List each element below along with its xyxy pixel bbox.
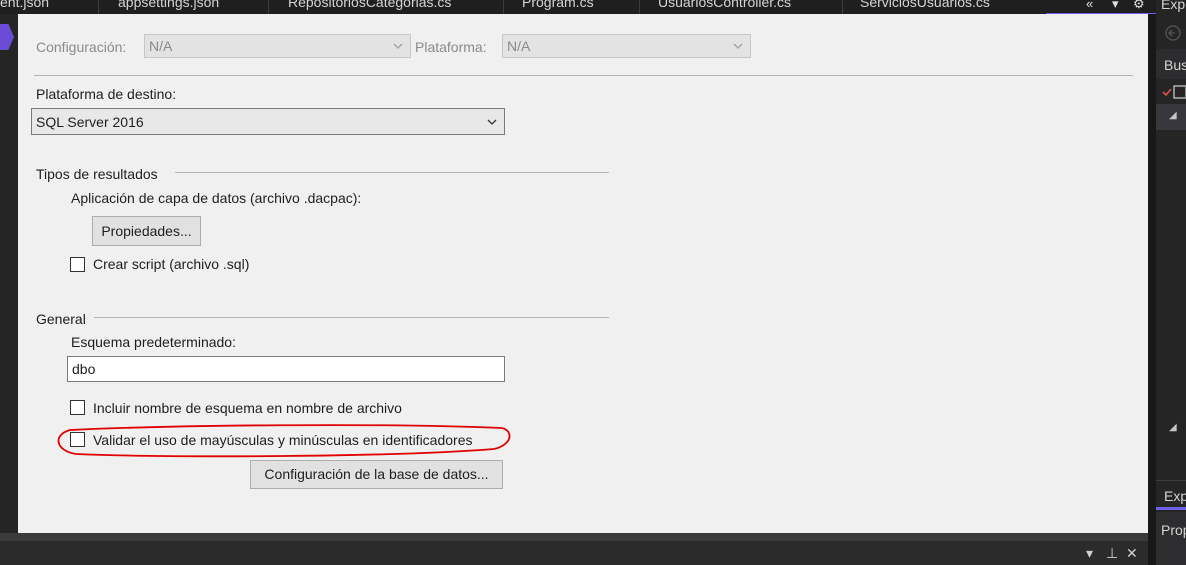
esquema-label: Esquema predeterminado: xyxy=(71,334,236,350)
general-heading: General xyxy=(36,311,86,327)
explorer-bottom-tab[interactable]: Exp xyxy=(1164,488,1186,504)
tab-usuarios-controller[interactable]: UsuariosController.cs xyxy=(658,0,791,14)
pin-icon[interactable]: ⊥ xyxy=(1106,545,1118,562)
chevron-down-icon xyxy=(393,43,403,49)
tab-repositorios-categorias[interactable]: RepositoriosCategorias.cs xyxy=(288,0,451,14)
tab-appsettings-json[interactable]: appsettings.json xyxy=(118,0,219,14)
expand-triangle-icon[interactable]: ◢ xyxy=(1169,110,1177,121)
header-divider xyxy=(34,75,1133,76)
incluir-esquema-label: Incluir nombre de esquema en nombre de a… xyxy=(93,400,402,416)
validar-mayusculas-checkbox[interactable] xyxy=(70,432,85,447)
solution-explorer-panel: Exp Bus ◢ ◢ Exp Prop xyxy=(1156,0,1186,565)
propiedades-button[interactable]: Propiedades... xyxy=(92,216,201,246)
tab-servicios-usuarios[interactable]: ServiciosUsuarios.cs xyxy=(860,0,990,14)
search-label: Bus xyxy=(1164,57,1186,73)
tab-program-cs[interactable]: Program.cs xyxy=(522,0,594,14)
right-splitter[interactable] xyxy=(1148,14,1156,565)
tipos-divider xyxy=(175,172,609,173)
plataforma-destino-label: Plataforma de destino: xyxy=(36,86,177,102)
search-box[interactable]: Bus xyxy=(1156,49,1186,79)
chevron-down-icon[interactable]: ▾ xyxy=(1086,545,1093,562)
tab-separator xyxy=(842,0,843,14)
plataforma-combo[interactable]: N/A xyxy=(502,34,751,58)
dacpac-label: Aplicación de capa de datos (archivo .da… xyxy=(71,190,362,206)
tab-separator xyxy=(98,0,99,14)
project-properties-panel: Configuración: N/A Plataforma: N/A Plata… xyxy=(18,14,1148,533)
configuracion-combo[interactable]: N/A xyxy=(144,34,411,58)
panel-divider xyxy=(1156,480,1186,481)
validar-mayusculas-label: Validar el uso de mayúsculas y minúscula… xyxy=(93,432,473,448)
project-icon xyxy=(1173,85,1186,99)
general-divider xyxy=(94,317,609,318)
plataforma-destino-combo[interactable]: SQL Server 2016 xyxy=(31,108,505,135)
expand-triangle-icon[interactable]: ◢ xyxy=(1169,422,1177,433)
incluir-esquema-checkbox[interactable] xyxy=(70,400,85,415)
chevron-down-icon xyxy=(487,119,497,125)
plataforma-value: N/A xyxy=(507,38,531,54)
chevron-down-icon xyxy=(733,43,743,49)
tab-separator xyxy=(503,0,504,14)
document-tab-strip: ent.json appsettings.json RepositoriosCa… xyxy=(0,0,1156,14)
plataforma-label: Plataforma: xyxy=(415,39,487,55)
bottom-tool-panel: ▾ ⊥ ✕ xyxy=(0,541,1148,565)
active-tab-accent xyxy=(1156,507,1186,510)
tipos-resultados-heading: Tipos de resultados xyxy=(36,166,158,182)
plataforma-destino-value: SQL Server 2016 xyxy=(36,114,144,130)
tab-separator xyxy=(639,0,640,14)
close-icon[interactable]: ✕ xyxy=(1126,545,1138,562)
config-base-datos-button[interactable]: Configuración de la base de datos... xyxy=(250,460,503,489)
gear-icon[interactable]: ⚙ xyxy=(1133,0,1145,12)
esquema-value: dbo xyxy=(72,361,96,377)
explorer-title: Exp xyxy=(1161,0,1186,12)
tab-dropdown-icon[interactable]: ▾ xyxy=(1112,0,1119,12)
left-gutter xyxy=(0,14,18,533)
crear-script-label: Crear script (archivo .sql) xyxy=(93,256,250,272)
tab-overflow-icon[interactable]: « xyxy=(1086,0,1093,11)
esquema-input[interactable]: dbo xyxy=(67,356,505,382)
tab-separator xyxy=(268,0,269,14)
bottom-splitter[interactable] xyxy=(0,533,1148,541)
configuracion-label: Configuración: xyxy=(36,39,127,55)
tab-ent-json[interactable]: ent.json xyxy=(0,0,49,14)
configuracion-value: N/A xyxy=(149,38,173,54)
back-arrow-icon[interactable] xyxy=(1165,25,1181,41)
crear-script-checkbox[interactable] xyxy=(70,257,85,272)
properties-header: Prop xyxy=(1156,512,1186,565)
properties-title: Prop xyxy=(1161,522,1186,538)
